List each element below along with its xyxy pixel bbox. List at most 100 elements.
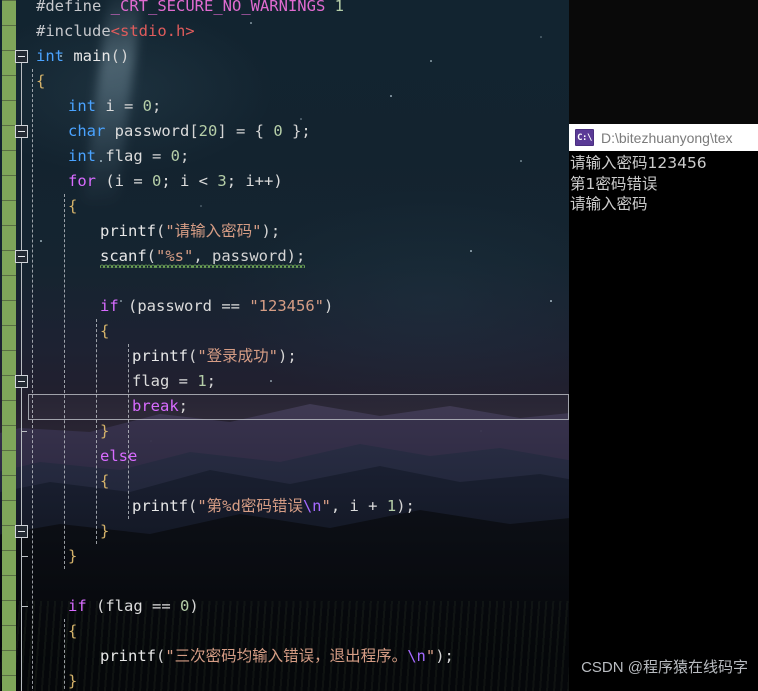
code-token [101,0,110,15]
code-token: { [68,197,77,215]
code-token: char [68,122,105,140]
console-output: 请输入密码123456 第1密码错误 请输入密码 [569,151,758,215]
code-line-text: { [68,194,77,219]
code-line-text: if (flag == 0) [68,594,199,619]
code-token: { [36,72,45,90]
code-line-text: } [100,519,109,544]
console-title-bar[interactable]: C:\ D:\bitezhuanyong\tex [569,124,758,151]
code-line[interactable]: int main() [0,44,569,69]
code-editor[interactable]: #define _CRT_SECURE_NO_WARNINGS 1 #includ… [0,0,569,691]
code-line[interactable]: else [0,444,569,469]
code-line-text: flag = 1; [132,369,216,394]
code-token: ); [435,647,454,665]
code-line[interactable]: { [0,469,569,494]
code-token: ) [189,597,198,615]
code-token: } [100,522,109,540]
code-token: ( [188,347,197,365]
watermark-text: CSDN @程序猿在线码字 [581,656,748,677]
code-line[interactable]: } [0,519,569,544]
code-line-text: #define _CRT_SECURE_NO_WARNINGS 1 [36,0,344,19]
code-token: = [124,97,143,115]
app-root: #define _CRT_SECURE_NO_WARNINGS 1 #includ… [0,0,758,691]
code-token: "%s" [156,247,193,268]
code-line[interactable] [0,569,569,594]
code-line-text: } [68,669,77,691]
code-token: <stdio.h> [111,22,195,40]
code-token: ( [156,222,165,240]
code-line[interactable]: int flag = 0; [0,144,569,169]
code-line-text: int flag = 0; [68,144,189,169]
code-token: , i + [331,497,387,515]
code-token: ; [152,97,161,115]
console-window[interactable]: C:\ D:\bitezhuanyong\tex 请输入密码123456 第1密码… [569,124,758,691]
code-token: if [68,597,87,615]
code-line[interactable]: { [0,619,569,644]
code-token: flag = [132,372,197,390]
code-token: } [100,422,109,440]
code-token: 0 [143,97,152,115]
code-token: [ [189,122,198,140]
code-token: password [105,122,189,140]
code-token: ; i++) [227,172,283,190]
code-line-text: if (password == "123456") [100,294,333,319]
code-token: _CRT_SECURE_NO_WARNINGS [111,0,326,15]
code-line[interactable]: #define _CRT_SECURE_NO_WARNINGS 1 [0,0,569,19]
code-token: flag [96,147,152,165]
code-line-text: printf("三次密码均输入错误，退出程序。\n"); [100,644,454,669]
code-line[interactable]: } [0,544,569,569]
code-token: ; [180,147,189,165]
code-token: "第%d密码错误 [197,497,303,515]
code-line-text: { [100,469,109,494]
code-line[interactable]: int i = 0; [0,94,569,119]
code-line[interactable]: } [0,669,569,691]
code-line-text: for (i = 0; i < 3; i++) [68,169,283,194]
code-line[interactable]: } [0,419,569,444]
code-line[interactable]: printf("登录成功"); [0,344,569,369]
code-token: 0 [273,122,282,140]
code-token: "请输入密码" [165,222,261,240]
code-token: i [96,97,124,115]
code-line[interactable]: { [0,319,569,344]
code-token: scanf [100,247,147,268]
code-token: ( [156,647,165,665]
code-token: printf [132,497,188,515]
code-line[interactable] [0,269,569,294]
code-token: main [64,47,111,65]
code-line-text: } [100,419,109,444]
code-line[interactable]: { [0,194,569,219]
code-line[interactable]: flag = 1; [0,369,569,394]
code-content[interactable]: #define _CRT_SECURE_NO_WARNINGS 1 #includ… [0,0,569,691]
code-token: ] = { [217,122,273,140]
console-title-text: D:\bitezhuanyong\tex [601,130,733,146]
code-line[interactable]: break; [0,394,569,419]
code-line[interactable]: scanf("%s", password); [0,244,569,269]
code-token: ( [147,247,156,268]
code-line[interactable]: printf("请输入密码"); [0,219,569,244]
code-line[interactable]: if (password == "123456") [0,294,569,319]
code-token: 0 [180,597,189,615]
code-token: \n [407,647,426,665]
code-token: { [68,622,77,640]
code-token: for [68,172,96,190]
code-line[interactable]: #include<stdio.h> [0,19,569,44]
code-token: printf [132,347,188,365]
code-line[interactable]: printf("三次密码均输入错误，退出程序。\n"); [0,644,569,669]
code-token: else [100,447,137,465]
code-token: ); [278,347,297,365]
code-token: } [68,672,77,690]
code-token: "登录成功" [197,347,278,365]
code-line[interactable]: { [0,69,569,94]
code-line[interactable]: char password[20] = { 0 }; [0,119,569,144]
code-line-text: { [68,619,77,644]
code-line-text: break; [132,394,188,419]
code-token: int [68,147,96,165]
code-token: { [100,472,109,490]
code-token: 20 [199,122,218,140]
code-line[interactable]: if (flag == 0) [0,594,569,619]
code-line-text: char password[20] = { 0 }; [68,119,311,144]
code-token: printf [100,222,156,240]
code-token: "三次密码均输入错误，退出程序。 [165,647,407,665]
code-token: \n [303,497,322,515]
code-line[interactable]: for (i = 0; i < 3; i++) [0,169,569,194]
code-line[interactable]: printf("第%d密码错误\n", i + 1); [0,494,569,519]
